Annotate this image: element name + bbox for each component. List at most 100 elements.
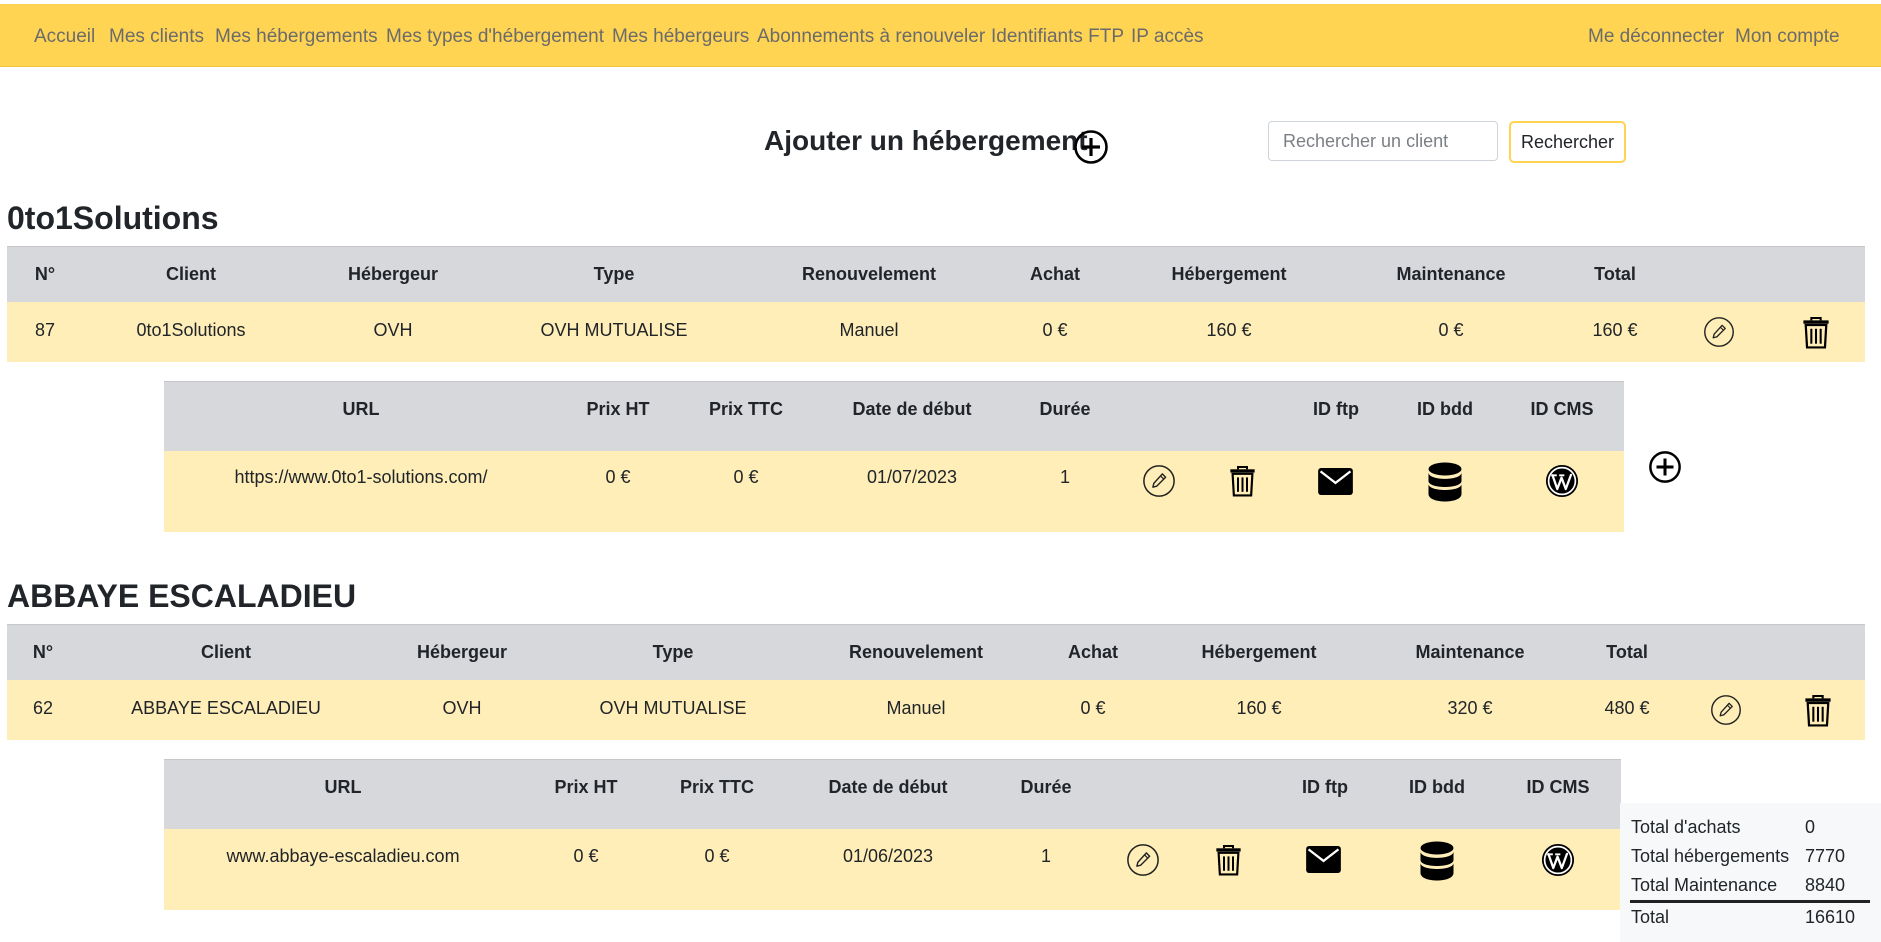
cell-hebergeur: OVH [442, 698, 482, 718]
col-header-duree: Durée [1039, 399, 1091, 419]
col-header-hebergement: Hébergement [1171, 264, 1287, 284]
col-header-id-cms: ID CMS [1530, 399, 1594, 419]
delete-site-trash-icon[interactable] [1215, 843, 1242, 877]
total-hebergements-value: 7770 [1805, 846, 1846, 866]
cell-hebergement: 160 € [1236, 698, 1282, 718]
top-navbar: Accueil Mes clients Mes hébergements Mes… [0, 4, 1881, 67]
cell-url: www.abbaye-escaladieu.com [226, 846, 460, 866]
add-hosting-title[interactable]: Ajouter un hébergement [764, 125, 1088, 157]
col-header-prix-ttc: Prix TTC [708, 399, 784, 419]
cell-date-debut: 01/06/2023 [842, 846, 934, 866]
cell-achat: 0 € [1080, 698, 1106, 718]
col-header-total: Total [1606, 642, 1648, 662]
site-table-row [164, 829, 1621, 910]
col-header-url: URL [342, 399, 380, 419]
search-button[interactable]: Rechercher [1509, 121, 1626, 163]
col-header-client: Client [200, 642, 252, 662]
cms-wordpress-icon[interactable] [1545, 464, 1579, 498]
nav-link-ip-acces[interactable]: IP accès [1131, 26, 1204, 48]
cell-prix-ttc: 0 € [704, 846, 730, 866]
col-header-date-debut: Date de début [852, 399, 972, 419]
col-header-date-debut: Date de début [828, 777, 948, 797]
client-title: ABBAYE ESCALADIEU [7, 578, 357, 614]
col-header-renouvelement: Renouvelement [848, 642, 984, 662]
cell-total: 160 € [1592, 320, 1638, 340]
edit-site-pencil-icon[interactable] [1126, 843, 1160, 877]
delete-site-trash-icon[interactable] [1229, 464, 1256, 498]
nav-link-account[interactable]: Mon compte [1735, 26, 1840, 48]
col-header-renouvelement: Renouvelement [801, 264, 937, 284]
grand-total-label: Total [1631, 907, 1670, 927]
col-header-achat: Achat [1029, 264, 1081, 284]
col-header-prix-ttc: Prix TTC [679, 777, 755, 797]
cell-prix-ht: 0 € [573, 846, 599, 866]
cell-date-debut: 01/07/2023 [866, 467, 958, 487]
col-header-prix-ht: Prix HT [554, 777, 618, 797]
col-header-url: URL [324, 777, 362, 797]
col-header-client: Client [165, 264, 217, 284]
col-header-id-bdd: ID bdd [1417, 399, 1473, 419]
cell-type: OVH MUTUALISE [599, 698, 747, 718]
col-header-duree: Durée [1020, 777, 1072, 797]
nav-link-logout[interactable]: Me déconnecter [1588, 26, 1724, 48]
nav-link-identifiants-ftp[interactable]: Identifiants FTP [991, 26, 1124, 48]
delete-hosting-trash-icon[interactable] [1804, 693, 1832, 728]
col-header-hebergeur: Hébergeur [416, 642, 508, 662]
col-header-type: Type [652, 642, 694, 662]
ftp-envelope-icon[interactable] [1306, 846, 1341, 873]
cell-duree: 1 [1040, 846, 1052, 866]
add-hosting-plus-icon[interactable] [1073, 129, 1109, 165]
cms-wordpress-icon[interactable] [1541, 843, 1575, 877]
cell-client: ABBAYE ESCALADIEU [131, 698, 321, 718]
delete-hosting-trash-icon[interactable] [1802, 315, 1830, 350]
edit-site-pencil-icon[interactable] [1142, 464, 1176, 498]
nav-link-mes-clients[interactable]: Mes clients [109, 26, 204, 48]
col-header-id-cms: ID CMS [1526, 777, 1590, 797]
total-achats-value: 0 [1805, 817, 1816, 837]
hosting-table-row [7, 302, 1865, 362]
total-maintenance-label: Total Maintenance [1631, 875, 1778, 895]
total-maintenance-value: 8840 [1805, 875, 1846, 895]
cell-url: https://www.0to1-solutions.com/ [234, 467, 488, 487]
col-header-hebergement: Hébergement [1201, 642, 1317, 662]
cell-number: 87 [34, 320, 56, 340]
cell-hebergement: 160 € [1206, 320, 1252, 340]
col-header-number: N° [34, 264, 56, 284]
nav-link-accueil[interactable]: Accueil [34, 26, 95, 48]
cell-duree: 1 [1059, 467, 1071, 487]
col-header-total: Total [1594, 264, 1636, 284]
cell-hebergeur: OVH [373, 320, 413, 340]
grand-total-value: 16610 [1805, 907, 1856, 927]
col-header-maintenance: Maintenance [1415, 642, 1525, 662]
col-header-achat: Achat [1067, 642, 1119, 662]
bdd-database-icon[interactable] [1427, 462, 1463, 504]
add-site-plus-icon[interactable] [1648, 450, 1682, 484]
cell-renouvelement: Manuel [886, 698, 946, 718]
nav-link-abonnements-a-renouveler[interactable]: Abonnements à renouveler [757, 26, 985, 48]
edit-hosting-pencil-icon[interactable] [1710, 694, 1742, 726]
ftp-envelope-icon[interactable] [1318, 468, 1353, 495]
cell-type: OVH MUTUALISE [540, 320, 688, 340]
col-header-id-ftp: ID ftp [1302, 777, 1348, 797]
cell-number: 62 [32, 698, 54, 718]
col-header-type: Type [593, 264, 635, 284]
col-header-hebergeur: Hébergeur [347, 264, 439, 284]
cell-renouvelement: Manuel [839, 320, 899, 340]
search-client-input[interactable] [1268, 121, 1498, 161]
totals-separator [1630, 900, 1870, 903]
cell-total: 480 € [1604, 698, 1650, 718]
bdd-database-icon[interactable] [1419, 841, 1455, 883]
site-table-row [164, 451, 1624, 532]
nav-link-mes-types-hebergement[interactable]: Mes types d'hébergement [386, 26, 604, 48]
edit-hosting-pencil-icon[interactable] [1703, 316, 1735, 348]
cell-prix-ht: 0 € [605, 467, 631, 487]
cell-maintenance: 0 € [1438, 320, 1464, 340]
cell-client: 0to1Solutions [136, 320, 246, 340]
cell-prix-ttc: 0 € [733, 467, 759, 487]
cell-achat: 0 € [1042, 320, 1068, 340]
col-header-number: N° [32, 642, 54, 662]
total-hebergements-label: Total hébergements [1631, 846, 1790, 866]
col-header-prix-ht: Prix HT [586, 399, 650, 419]
nav-link-mes-hebergeurs[interactable]: Mes hébergeurs [612, 26, 749, 48]
nav-link-mes-hebergements[interactable]: Mes hébergements [215, 26, 378, 48]
